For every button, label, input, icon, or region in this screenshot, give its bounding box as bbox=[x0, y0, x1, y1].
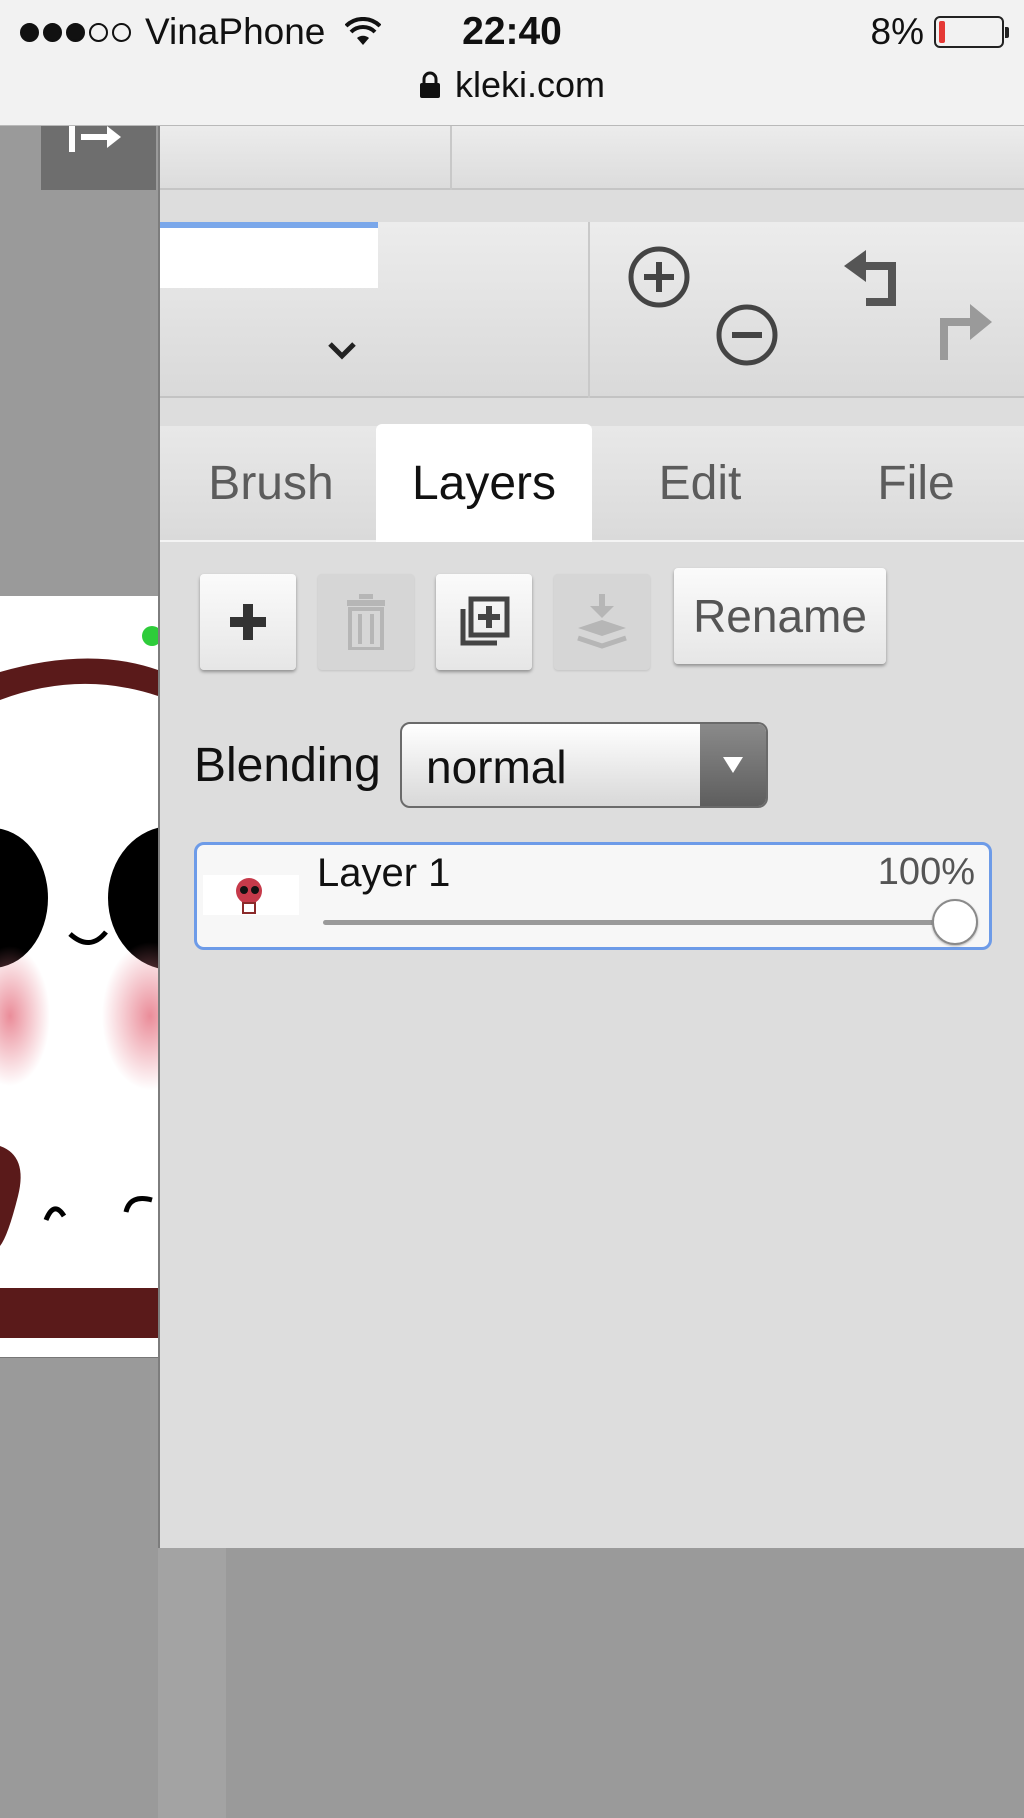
tool-panel: Brush Layers Edit File Rename Blending n… bbox=[158, 126, 1024, 1548]
status-bar: VinaPhone 22:40 8% kleki.com bbox=[0, 0, 1024, 126]
canvas-artwork bbox=[0, 626, 158, 1338]
redo-icon[interactable] bbox=[930, 304, 992, 362]
url-text: kleki.com bbox=[454, 64, 606, 105]
battery-icon bbox=[934, 16, 1009, 48]
drawing-canvas[interactable] bbox=[0, 596, 158, 1358]
delete-layer-button[interactable] bbox=[318, 574, 414, 670]
blending-value: normal bbox=[426, 741, 567, 793]
color-swatch[interactable] bbox=[160, 228, 378, 288]
merge-down-icon bbox=[577, 594, 627, 649]
opacity-slider-handle[interactable] bbox=[932, 899, 978, 945]
tab-edit[interactable]: Edit bbox=[592, 426, 808, 540]
zoom-in-icon[interactable] bbox=[626, 244, 692, 310]
lock-icon bbox=[419, 71, 440, 98]
tab-layers[interactable]: Layers bbox=[376, 424, 592, 542]
battery-info: 8% bbox=[870, 11, 1009, 52]
tab-file[interactable]: File bbox=[808, 426, 1024, 540]
duplicate-icon bbox=[460, 596, 510, 646]
toolbar bbox=[160, 222, 1024, 398]
tab-brush[interactable]: Brush bbox=[166, 426, 376, 540]
battery-percent: 8% bbox=[870, 11, 924, 52]
brush-preview[interactable] bbox=[160, 222, 590, 398]
layer-item[interactable]: Layer 1 100% bbox=[194, 842, 992, 950]
panel-top-row bbox=[160, 126, 1024, 190]
canvas-edge bbox=[158, 1548, 226, 1818]
zoom-out-icon[interactable] bbox=[714, 302, 780, 368]
layer-name: Layer 1 bbox=[317, 851, 451, 895]
add-layer-button[interactable] bbox=[200, 574, 296, 670]
opacity-slider-track[interactable] bbox=[323, 920, 953, 925]
chevron-down-icon[interactable] bbox=[326, 340, 358, 362]
trash-icon bbox=[347, 594, 385, 650]
collapse-panel-icon bbox=[69, 126, 121, 152]
merge-layer-button[interactable] bbox=[554, 574, 650, 670]
rename-layer-button[interactable]: Rename bbox=[674, 568, 886, 664]
undo-icon[interactable] bbox=[844, 250, 906, 308]
panel-tabs: Brush Layers Edit File bbox=[160, 424, 1024, 542]
plus-icon bbox=[230, 604, 266, 640]
address-bar[interactable]: kleki.com bbox=[0, 64, 1024, 106]
layer-opacity-value: 100% bbox=[877, 851, 975, 893]
duplicate-layer-button[interactable] bbox=[436, 574, 532, 670]
dropdown-arrow-icon bbox=[700, 724, 766, 806]
collapse-panel-button[interactable] bbox=[41, 126, 156, 190]
layer-thumbnail bbox=[203, 875, 299, 915]
blending-label: Blending bbox=[194, 739, 381, 792]
blending-select[interactable]: normal bbox=[400, 722, 768, 808]
